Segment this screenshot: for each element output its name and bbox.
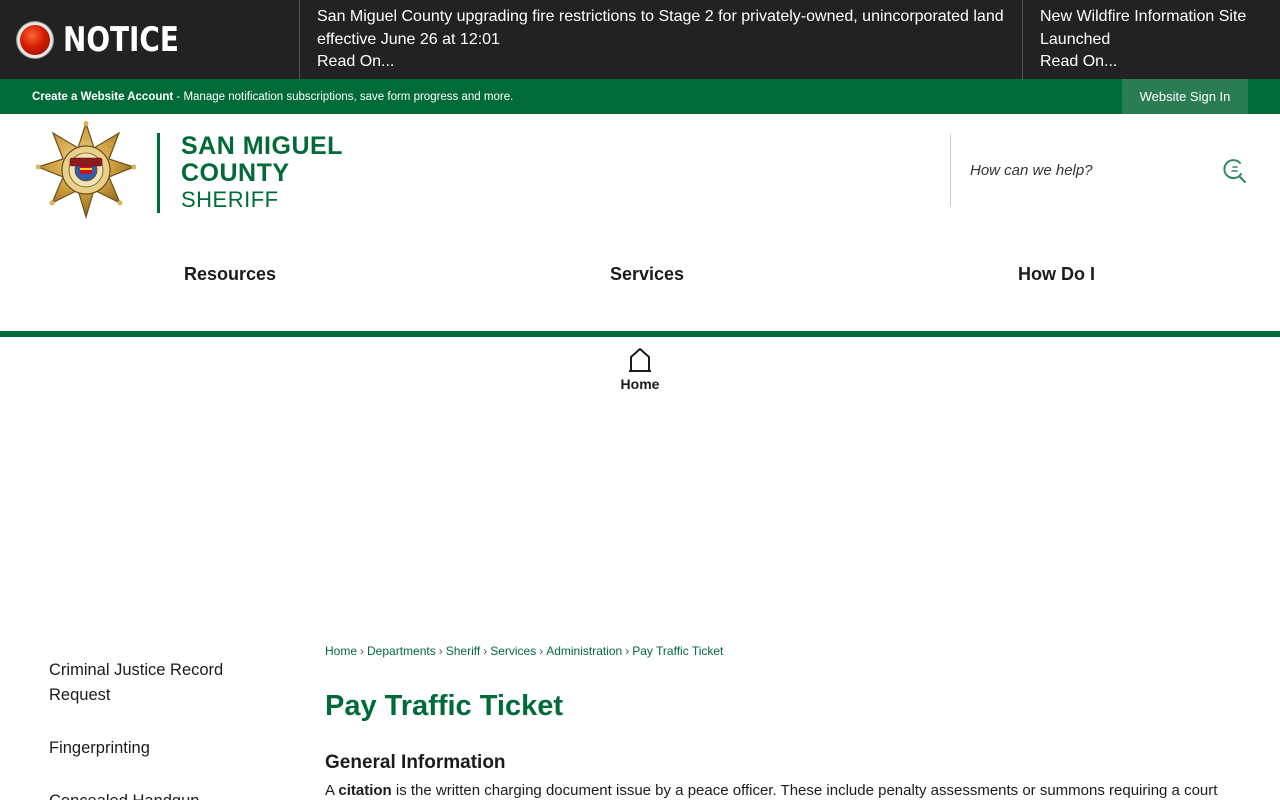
breadcrumb-separator: › [539,644,544,658]
logo-divider [157,133,160,213]
body-text-prefix: A [325,782,339,799]
sidebar-item-concealed-handgun[interactable]: Concealed Handgun [49,789,199,800]
nav-item-services[interactable]: Services [610,264,684,285]
account-bar: Create a Website Account - Manage notifi… [0,79,1280,114]
search-icon[interactable] [1220,157,1246,183]
breadcrumb-separator: › [625,644,630,658]
breadcrumb: Home › Departments › Sheriff › Services › Admini… [325,644,723,658]
main-nav: Resources Services How Do I [0,250,1280,305]
nav-item-how-do-i[interactable]: How Do I [1018,264,1095,285]
breadcrumb-item[interactable]: Home [325,644,357,658]
section-title: General Information [325,752,506,773]
nav-item-resources[interactable]: Resources [184,264,276,285]
site-logo-text[interactable]: SAN MIGUEL COUNTY SHERIFF [181,132,343,213]
nav-divider [0,331,1280,337]
notice-title: NOTICE [63,19,179,60]
body-text-rest: is the written charging document issue b… [391,782,1218,799]
breadcrumb-current[interactable]: Pay Traffic Ticket [632,644,723,658]
breadcrumb-separator: › [483,644,488,658]
read-on-link[interactable]: Read On... [317,51,1006,74]
home-link[interactable]: Home [600,347,680,402]
home-label: Home [620,376,660,392]
search-divider [950,134,951,206]
logo-line-county2: COUNTY [181,159,290,187]
breadcrumb-item[interactable]: Departments [367,644,436,658]
sidebar-item-fingerprinting[interactable]: Fingerprinting [49,736,150,761]
notice-item[interactable]: San Miguel County upgrading fire restric… [300,0,1023,79]
notice-item[interactable]: New Wildfire Information Site Launched R… [1023,0,1280,79]
website-sign-in-button[interactable]: Website Sign In [1122,79,1248,114]
body-paragraph: A citation is the written charging docum… [325,780,1245,800]
account-bar-description: - Manage notification subscriptions, sav… [173,90,514,103]
breadcrumb-separator: › [438,644,443,658]
home-icon [629,348,651,372]
breadcrumb-item[interactable]: Administration [546,644,622,658]
create-account-link[interactable]: Create a Website Account [32,91,173,103]
sheriff-badge-icon[interactable] [36,121,136,219]
alert-dot-icon [17,21,53,58]
body-text-bold: citation [338,782,392,799]
read-on-link[interactable]: Read On... [1040,51,1264,74]
notice-item-text: San Miguel County upgrading fire restric… [317,8,1004,48]
account-bar-text: Create a Website Account - Manage notifi… [0,91,513,103]
logo-line-sheriff: SHERIFF [181,187,279,212]
page-title: Pay Traffic Ticket [325,690,564,722]
logo-line-county: SAN MIGUEL [181,132,343,160]
breadcrumb-item[interactable]: Services [490,644,536,658]
search-input[interactable] [970,155,1200,185]
notice-item-text: New Wildfire Information Site Launched [1040,8,1247,48]
notice-label: NOTICE [0,0,300,79]
notice-bar: NOTICE San Miguel County upgrading fire … [0,0,1280,79]
breadcrumb-item[interactable]: Sheriff [446,644,480,658]
sidebar-item-criminal-justice-record-request[interactable]: Criminal Justice Record Request [49,658,269,708]
breadcrumb-separator: › [360,644,365,658]
